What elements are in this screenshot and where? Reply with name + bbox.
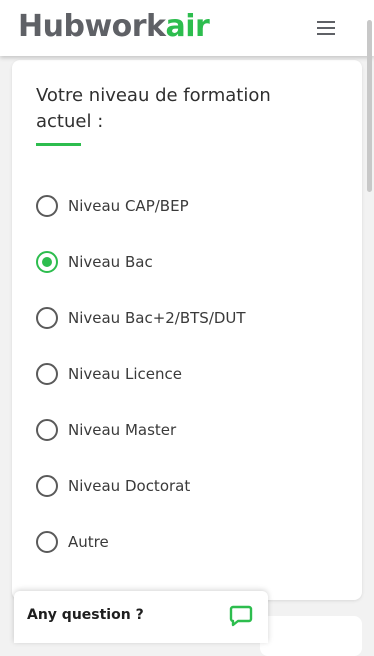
option-label: Niveau Bac+2/BTS/DUT <box>68 309 246 327</box>
radio-button[interactable] <box>36 307 58 329</box>
option-label: Niveau Doctorat <box>68 477 191 495</box>
radio-button[interactable] <box>36 363 58 385</box>
menu-line <box>317 33 335 35</box>
option-label: Autre <box>68 533 109 551</box>
chat-label: Any question ? <box>27 607 144 623</box>
option-master[interactable]: Niveau Master <box>36 413 336 447</box>
radio-button-selected[interactable] <box>36 251 58 273</box>
radio-button[interactable] <box>36 475 58 497</box>
scrollbar-thumb[interactable] <box>367 20 372 192</box>
question-card: Votre niveau de formation actuel : Nivea… <box>12 60 362 600</box>
title-underline <box>36 143 81 146</box>
app-header: Hubworkair <box>0 0 374 56</box>
next-card <box>260 616 362 656</box>
option-label: Niveau Bac <box>68 253 153 271</box>
option-bac-plus-2[interactable]: Niveau Bac+2/BTS/DUT <box>36 301 336 335</box>
logo-text-air: air <box>165 9 210 44</box>
chat-widget[interactable]: Any question ? <box>14 591 268 643</box>
option-label: Niveau CAP/BEP <box>68 197 189 215</box>
option-licence[interactable]: Niveau Licence <box>36 357 336 391</box>
option-cap-bep[interactable]: Niveau CAP/BEP <box>36 189 336 223</box>
menu-line <box>317 27 335 29</box>
hamburger-menu-icon[interactable] <box>312 16 340 40</box>
radio-button[interactable] <box>36 531 58 553</box>
hubworkair-logo[interactable]: Hubworkair <box>18 8 210 46</box>
option-label: Niveau Master <box>68 421 177 439</box>
radio-button[interactable] <box>36 419 58 441</box>
radio-button[interactable] <box>36 195 58 217</box>
option-autre[interactable]: Autre <box>36 525 336 559</box>
option-bac[interactable]: Niveau Bac <box>36 245 336 279</box>
question-title: Votre niveau de formation actuel : <box>36 85 271 132</box>
menu-line <box>317 21 335 23</box>
chat-bubble-icon[interactable] <box>229 604 253 628</box>
option-label: Niveau Licence <box>68 365 182 383</box>
logo-text-hubwork: Hubwork <box>18 9 166 44</box>
option-doctorat[interactable]: Niveau Doctorat <box>36 469 336 503</box>
